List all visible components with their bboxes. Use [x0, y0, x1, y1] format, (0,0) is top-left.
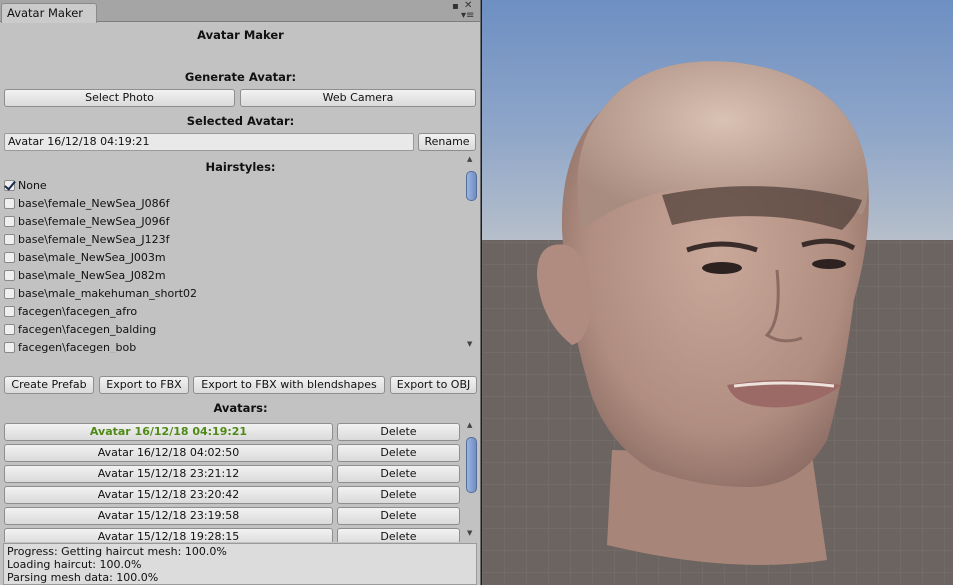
delete-avatar-button[interactable]: Delete: [337, 486, 460, 504]
delete-avatar-button[interactable]: Delete: [337, 465, 460, 483]
checkbox-icon[interactable]: [4, 306, 15, 317]
generate-avatar-header: Generate Avatar:: [184, 70, 297, 84]
delete-avatar-button[interactable]: Delete: [337, 528, 460, 542]
avatar-item-button[interactable]: Avatar 15/12/18 23:19:58: [4, 507, 333, 525]
hairstyle-item[interactable]: base\female_NewSea_J086f: [4, 196, 169, 212]
checkbox-icon[interactable]: [4, 198, 15, 209]
delete-avatar-button[interactable]: Delete: [337, 507, 460, 525]
panel-title: Avatar Maker: [197, 28, 284, 42]
scrollbar-thumb[interactable]: [466, 171, 477, 201]
scroll-up-icon[interactable]: ▲: [467, 155, 472, 163]
scroll-up-icon[interactable]: ▲: [467, 421, 472, 429]
checkbox-icon[interactable]: [4, 252, 15, 263]
status-line: Parsing mesh data: 100.0%: [7, 571, 159, 584]
hairstyle-list: None base\female_NewSea_J086f base\femal…: [0, 178, 462, 353]
checkbox-icon[interactable]: [4, 270, 15, 281]
hairstyle-item[interactable]: facegen\facegen_afro: [4, 304, 137, 320]
checkbox-icon[interactable]: [4, 216, 15, 227]
avatar-item-button[interactable]: Avatar 15/12/18 23:20:42: [4, 486, 333, 504]
hairstyle-scrollbar[interactable]: ▲ ▼: [465, 155, 478, 352]
avatar-list: Avatar 16/12/18 04:19:21 Delete Avatar 1…: [0, 420, 480, 542]
create-prefab-button[interactable]: Create Prefab: [4, 376, 94, 394]
checkbox-checked-icon[interactable]: [4, 180, 15, 191]
checkbox-icon[interactable]: [4, 288, 15, 299]
rename-button[interactable]: Rename: [418, 133, 476, 151]
hairstyle-item[interactable]: base\female_NewSea_J096f: [4, 214, 169, 230]
export-fbx-blendshapes-button[interactable]: Export to FBX with blendshapes: [193, 376, 385, 394]
hairstyle-item[interactable]: facegen\facegen_balding: [4, 322, 156, 338]
status-line: Loading haircut: 100.0%: [7, 558, 142, 571]
panel-tab-bar: Avatar Maker ▪ ✕ ▾≡: [0, 0, 480, 23]
checkbox-icon[interactable]: [4, 342, 15, 353]
avatar-item-button[interactable]: Avatar 15/12/18 19:28:15: [4, 528, 333, 542]
right-eye: [812, 259, 846, 269]
avatar-item-button[interactable]: Avatar 16/12/18 04:19:21: [4, 423, 333, 441]
avatars-header: Avatars:: [213, 401, 268, 415]
lock-icon[interactable]: ▪: [452, 2, 459, 12]
avatar-item-button[interactable]: Avatar 16/12/18 04:02:50: [4, 444, 333, 462]
avatar-item-button[interactable]: Avatar 15/12/18 23:21:12: [4, 465, 333, 483]
hairstyle-item[interactable]: base\male_NewSea_J003m: [4, 250, 166, 266]
kebab-menu-icon[interactable]: ▾≡: [461, 11, 474, 21]
hairstyle-item[interactable]: None: [4, 178, 47, 194]
scene-view[interactable]: [482, 0, 953, 585]
status-log: Progress: Getting haircut mesh: 100.0% L…: [3, 543, 477, 585]
scrollbar-thumb[interactable]: [466, 437, 477, 493]
select-photo-button[interactable]: Select Photo: [4, 89, 235, 107]
delete-avatar-button[interactable]: Delete: [337, 444, 460, 462]
selected-avatar-header: Selected Avatar:: [186, 114, 295, 128]
scroll-down-icon[interactable]: ▼: [467, 340, 472, 348]
hairstyle-item[interactable]: facegen\facegen_bob: [4, 340, 136, 353]
avatars-scrollbar[interactable]: ▲ ▼: [465, 421, 478, 541]
hairstyle-item[interactable]: base\male_NewSea_J082m: [4, 268, 166, 284]
scene-canvas: [482, 61, 953, 585]
avatar-name-field[interactable]: Avatar 16/12/18 04:19:21: [4, 133, 414, 151]
avatar-maker-panel: Avatar Maker ▪ ✕ ▾≡ Avatar Maker Generat…: [0, 0, 481, 585]
checkbox-icon[interactable]: [4, 234, 15, 245]
delete-avatar-button[interactable]: Delete: [337, 423, 460, 441]
checkbox-icon[interactable]: [4, 324, 15, 335]
hairstyle-item[interactable]: base\male_makehuman_short02: [4, 286, 197, 302]
export-fbx-button[interactable]: Export to FBX: [99, 376, 189, 394]
left-eye: [702, 262, 742, 274]
scroll-down-icon[interactable]: ▼: [467, 529, 472, 537]
web-camera-button[interactable]: Web Camera: [240, 89, 476, 107]
status-line: Progress: Getting haircut mesh: 100.0%: [7, 545, 227, 558]
tab-label: Avatar Maker: [7, 6, 84, 20]
export-obj-button[interactable]: Export to OBJ: [390, 376, 477, 394]
hairstyle-item[interactable]: base\female_NewSea_J123f: [4, 232, 169, 248]
hairstyles-header: Hairstyles:: [205, 160, 276, 174]
tab-avatar-maker[interactable]: Avatar Maker: [1, 3, 97, 23]
